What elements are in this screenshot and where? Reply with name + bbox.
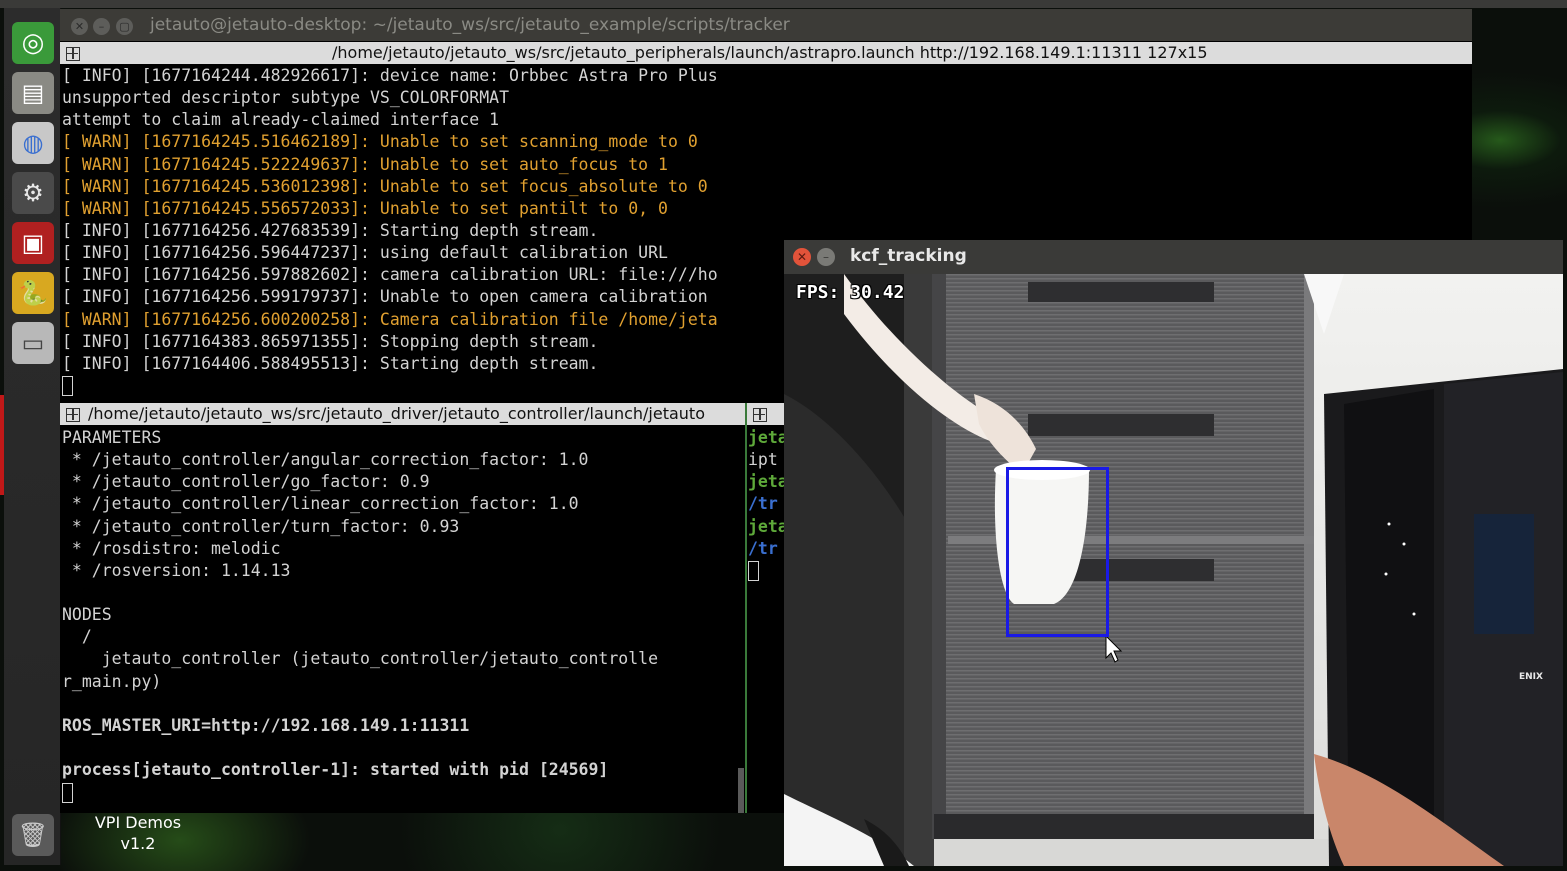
ubuntu-dash-icon[interactable]: ◎: [12, 22, 54, 64]
system-settings-icon[interactable]: ⚙: [12, 172, 54, 214]
close-icon[interactable]: ✕: [793, 248, 811, 266]
tab-title: /home/jetauto/jetauto_ws/src/jetauto_per…: [332, 43, 1208, 62]
terminal-line: [ WARN] [1677164245.536012398]: Unable t…: [62, 176, 708, 196]
camera-frame-image: [784, 274, 1563, 866]
terminal-line: [ INFO] [1677164256.427683539]: Starting…: [62, 220, 599, 240]
terminal-line: jeta: [748, 472, 787, 492]
split-tab-icon[interactable]: [66, 46, 80, 61]
terminal-line: * /jetauto_controller/turn_factor: 0.93: [62, 516, 460, 536]
close-icon[interactable]: ✕: [71, 18, 88, 35]
terminal-line: /tr: [748, 538, 778, 558]
tab-title-controller: /home/jetauto/jetauto_ws/src/jetauto_dri…: [88, 404, 705, 423]
kcf-tracking-window[interactable]: ✕ – kcf_tracking FPS: 30.42 ENIX: [784, 240, 1563, 866]
terminal-line: jetauto_controller (jetauto_controller/j…: [62, 649, 659, 669]
trash-icon[interactable]: 🗑: [12, 814, 54, 856]
window-title: jetauto@jetauto-desktop: ~/jetauto_ws/sr…: [150, 15, 790, 35]
monitor-app-icon[interactable]: ▣: [12, 222, 54, 264]
kcf-window-title: kcf_tracking: [850, 246, 967, 266]
minimize-icon[interactable]: –: [93, 18, 110, 35]
terminal-cursor: [62, 782, 73, 803]
top-panel: [0, 0, 1567, 8]
terminal-tab[interactable]: /home/jetauto/jetauto_ws/src/jetauto_per…: [60, 42, 1472, 64]
terminal-line: [ INFO] [1677164256.597882602]: camera c…: [62, 265, 718, 285]
terminal-line: [ WARN] [1677164245.556572033]: Unable t…: [62, 198, 668, 218]
terminal-line: [ INFO] [1677164244.482926617]: device n…: [62, 66, 718, 85]
terminal-window-controller[interactable]: /home/jetauto/jetauto_ws/src/jetauto_dri…: [60, 403, 745, 813]
terminal-line: * /rosversion: 1.14.13: [62, 560, 291, 580]
terminal-line: [ INFO] [1677164256.599179737]: Unable t…: [62, 287, 708, 307]
desktop-label-version: v1.2: [120, 834, 156, 853]
desktop-label-title: VPI Demos: [94, 813, 182, 832]
terminal-scrollbar[interactable]: [738, 768, 744, 813]
terminal-line: unsupported descriptor subtype VS_COLORF…: [62, 88, 510, 108]
terminal-line: ROS_MASTER_URI=http://192.168.149.1:1131…: [62, 715, 470, 735]
terminal-line: [ WARN] [1677164245.522249637]: Unable t…: [62, 154, 668, 174]
terminal-line: attempt to claim already-claimed interfa…: [62, 110, 500, 130]
archive-manager-icon[interactable]: ◍: [12, 122, 54, 164]
case-brand-label: ENIX: [1519, 672, 1543, 682]
terminal-titlebar[interactable]: ✕ – ▢ jetauto@jetauto-desktop: ~/jetauto…: [60, 9, 1472, 41]
unity-launcher: ◎ ▤ ◍ ⚙ ▣ 🐍 ▭ 🗑: [4, 8, 61, 865]
terminal-line: r_main.py): [62, 671, 162, 691]
terminal-line: /: [62, 627, 92, 647]
terminal-line: * /rosdistro: melodic: [62, 538, 281, 558]
terminal-cursor: [62, 376, 73, 397]
terminal-cursor: [748, 561, 759, 582]
terminal-line: PARAMETERS: [62, 428, 162, 447]
tracking-bounding-box: [1006, 467, 1109, 637]
fps-counter: FPS: 30.42: [796, 282, 905, 303]
terminal-line: [ INFO] [1677164383.865971355]: Stopping…: [62, 331, 599, 351]
terminal-output-small[interactable]: jeta ipt jeta/tr jeta/tr: [748, 427, 787, 582]
python-icon[interactable]: 🐍: [12, 272, 54, 314]
minimize-icon[interactable]: –: [817, 248, 835, 266]
terminal-line: * /jetauto_controller/linear_correction_…: [62, 494, 579, 514]
terminal-output-controller[interactable]: PARAMETERS * /jetauto_controller/angular…: [62, 427, 658, 803]
terminal-output-main[interactable]: [ INFO] [1677164244.482926617]: device n…: [62, 65, 718, 397]
camera-view[interactable]: FPS: 30.42 ENIX: [784, 274, 1563, 866]
drive-icon[interactable]: ▭: [12, 322, 54, 364]
terminal-line: [ INFO] [1677164406.588495513]: Starting…: [62, 353, 599, 373]
terminal-line: process[jetauto_controller-1]: started w…: [62, 760, 609, 780]
terminal-line: NODES: [62, 605, 112, 625]
terminal-line: jeta: [748, 516, 787, 536]
split-tab-icon[interactable]: [753, 407, 767, 422]
terminal-line: /tr: [748, 494, 778, 514]
terminal-line: [ INFO] [1677164256.596447237]: using de…: [62, 243, 668, 263]
split-tab-icon[interactable]: [66, 407, 80, 422]
terminal-line: [ WARN] [1677164245.516462189]: Unable t…: [62, 132, 698, 152]
terminal-line: * /jetauto_controller/go_factor: 0.9: [62, 472, 430, 492]
maximize-icon[interactable]: ▢: [116, 18, 133, 35]
files-icon[interactable]: ▤: [12, 72, 54, 114]
terminal-line: jeta: [748, 428, 787, 447]
terminal-line: * /jetauto_controller/angular_correction…: [62, 450, 589, 470]
desktop-icon-label[interactable]: VPI Demos v1.2: [78, 812, 198, 854]
terminal-tab-controller[interactable]: /home/jetauto/jetauto_ws/src/jetauto_dri…: [60, 403, 745, 425]
terminal-tab-small[interactable]: [747, 403, 787, 425]
terminal-line: ipt: [748, 450, 778, 470]
terminal-window-small[interactable]: jeta ipt jeta/tr jeta/tr: [745, 403, 787, 813]
terminal-line: [ WARN] [1677164256.600200258]: Camera c…: [62, 309, 718, 329]
